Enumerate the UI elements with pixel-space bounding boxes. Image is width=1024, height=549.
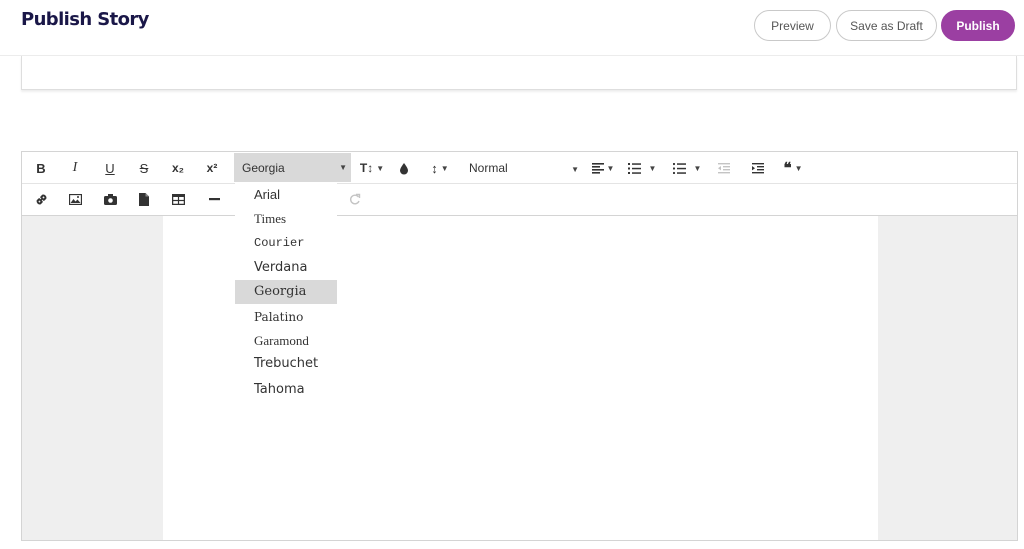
unordered-list-icon — [672, 162, 686, 174]
superscript-button[interactable]: x² — [201, 155, 223, 181]
chevron-down-icon: ▼ — [794, 163, 803, 173]
indent-icon — [752, 162, 764, 173]
story-title-card[interactable] — [21, 56, 1017, 90]
chevron-down-icon: ▼ — [606, 163, 615, 173]
link-icon — [36, 194, 46, 204]
outdent-icon — [718, 162, 730, 173]
font-family-value: Georgia — [242, 160, 285, 175]
align-button[interactable]: ▼ — [589, 155, 617, 181]
preview-button[interactable]: Preview — [754, 10, 831, 41]
font-option-palatino[interactable]: Palatino — [235, 305, 337, 329]
chevron-down-icon: ▼ — [376, 163, 385, 173]
insert-image-button[interactable] — [64, 186, 86, 212]
font-option-trebuchet[interactable]: Trebuchet — [235, 352, 337, 376]
chevron-down-icon: ▼ — [440, 163, 449, 173]
underline-icon: U — [105, 160, 115, 176]
font-option-tahoma[interactable]: Tahoma — [235, 378, 337, 402]
font-option-courier[interactable]: Courier — [235, 231, 337, 255]
image-icon — [68, 193, 82, 205]
line-height-button[interactable]: ↕ ▼ — [427, 155, 453, 181]
italic-icon: I — [72, 160, 78, 175]
page-title: Publish Story — [21, 9, 149, 30]
chevron-down-icon: ▼ — [571, 165, 579, 174]
text-color-button[interactable] — [394, 155, 414, 181]
outdent-button[interactable] — [714, 155, 734, 181]
header: Publish Story Preview Save as Draft Publ… — [0, 0, 1024, 56]
underline-button[interactable]: U — [99, 155, 121, 181]
line-height-icon: ↕ — [431, 160, 438, 176]
font-option-garamond[interactable]: Garamond — [235, 329, 337, 353]
redo-button[interactable] — [344, 186, 366, 212]
editor-toolbar: B I U S x₂ x² Georgia ▼ T↕ ▼ ↕ ▼ Normal ▼ … — [22, 152, 1017, 216]
publish-button[interactable]: Publish — [941, 10, 1015, 41]
paragraph-format-value: Normal — [469, 161, 508, 175]
redo-icon — [350, 193, 361, 205]
camera-icon — [103, 193, 117, 205]
table-icon — [171, 193, 185, 205]
chevron-down-icon: ▼ — [339, 163, 347, 172]
strikethrough-icon: S — [139, 160, 149, 176]
insert-table-button[interactable] — [167, 186, 189, 212]
superscript-icon: x² — [206, 161, 218, 175]
save-draft-button[interactable]: Save as Draft — [836, 10, 937, 41]
bold-icon: B — [36, 160, 46, 176]
insert-link-button[interactable] — [30, 186, 52, 212]
quote-icon: ❝ — [783, 160, 792, 177]
insert-horizontal-rule-button[interactable] — [203, 186, 225, 212]
strikethrough-button[interactable]: S — [133, 155, 155, 181]
toolbar-row-divider — [22, 183, 1017, 184]
quote-button[interactable]: ❝ ▼ — [780, 155, 806, 181]
font-family-dropdown: Arial Times Courier Verdana Georgia Pala… — [235, 183, 337, 403]
align-left-icon — [591, 162, 604, 174]
font-option-verdana[interactable]: Verdana — [235, 256, 337, 280]
unordered-list-button[interactable]: ▼ — [670, 155, 704, 181]
font-option-georgia[interactable]: Georgia — [235, 280, 337, 304]
font-size-icon: T↕ — [359, 161, 374, 175]
ordered-list-button[interactable]: ▼ — [625, 155, 659, 181]
ordered-list-icon — [627, 162, 641, 174]
bold-button[interactable]: B — [30, 155, 52, 181]
file-icon — [139, 192, 149, 206]
chevron-down-icon: ▼ — [693, 163, 702, 173]
italic-button[interactable]: I — [64, 155, 86, 181]
paragraph-format-select[interactable]: Normal ▼ — [461, 155, 581, 181]
droplet-icon — [400, 162, 408, 174]
rich-text-editor: B I U S x₂ x² Georgia ▼ T↕ ▼ ↕ ▼ Normal ▼ … — [21, 151, 1018, 541]
font-family-select[interactable]: Georgia ▼ — [234, 153, 351, 182]
subscript-button[interactable]: x₂ — [167, 155, 189, 181]
font-option-times[interactable]: Times — [235, 207, 337, 231]
font-option-arial[interactable]: Arial — [235, 183, 337, 207]
subscript-icon: x₂ — [171, 161, 184, 175]
horizontal-rule-icon — [208, 197, 220, 200]
insert-file-button[interactable] — [133, 186, 155, 212]
indent-button[interactable] — [748, 155, 768, 181]
chevron-down-icon: ▼ — [648, 163, 657, 173]
font-size-button[interactable]: T↕ ▼ — [358, 155, 386, 181]
insert-video-button[interactable] — [99, 186, 121, 212]
